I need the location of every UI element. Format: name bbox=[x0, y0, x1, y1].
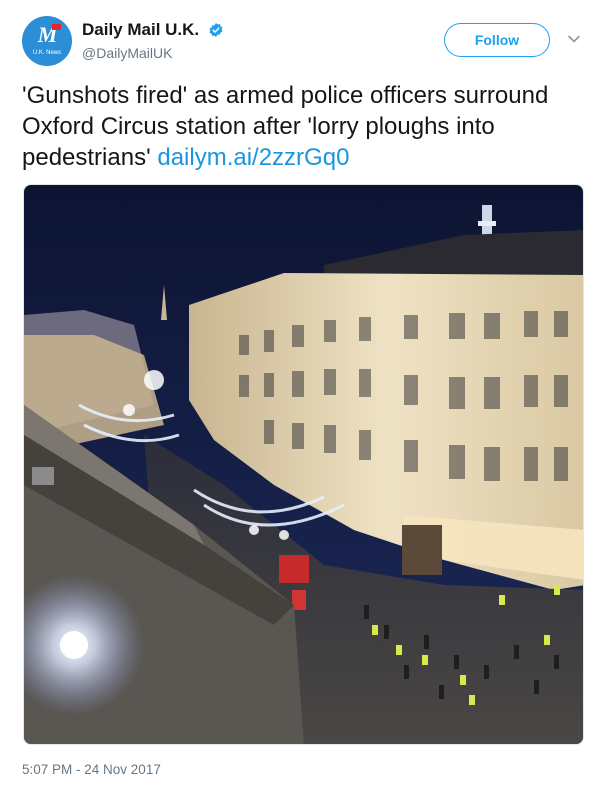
photo-oxford-circus-night bbox=[24, 185, 583, 744]
tweet-link[interactable]: dailym.ai/2zzrGq0 bbox=[157, 144, 349, 171]
account-handle[interactable]: @DailyMailUK bbox=[82, 45, 224, 61]
tweet-timestamp[interactable]: 5:07 PM - 24 Nov 2017 bbox=[22, 762, 161, 777]
tweet-header: M U.K. News Daily Mail U.K. @DailyMailUK… bbox=[22, 16, 582, 68]
account-names: Daily Mail U.K. @DailyMailUK bbox=[82, 20, 224, 61]
chevron-down-icon[interactable] bbox=[567, 32, 581, 46]
avatar-logo: M bbox=[37, 22, 58, 47]
tweet-text: 'Gunshots fired' as armed police officer… bbox=[22, 80, 577, 173]
avatar-flag bbox=[52, 24, 61, 30]
tweet-photo[interactable] bbox=[23, 184, 584, 745]
verified-badge-icon bbox=[209, 23, 223, 37]
avatar-sub-text: U.K. News bbox=[32, 50, 62, 56]
display-name[interactable]: Daily Mail U.K. bbox=[82, 20, 199, 40]
avatar[interactable]: M U.K. News bbox=[22, 16, 72, 66]
follow-button[interactable]: Follow bbox=[444, 23, 550, 57]
